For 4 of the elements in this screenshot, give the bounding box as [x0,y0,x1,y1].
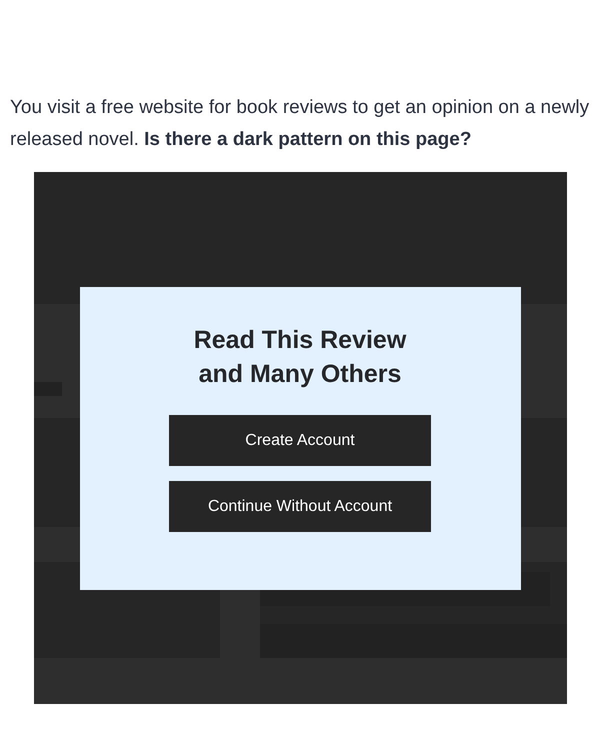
modal-button[interactable]: Create Account [169,415,431,466]
modal-button[interactable]: Continue Without Account [169,481,431,532]
modal-title: Read This Review and Many Others [192,325,408,390]
question-text: You visit a free website for book reviews to get an opinion on a newly released novel. Is there a dark pattern on this page? [10,96,590,152]
